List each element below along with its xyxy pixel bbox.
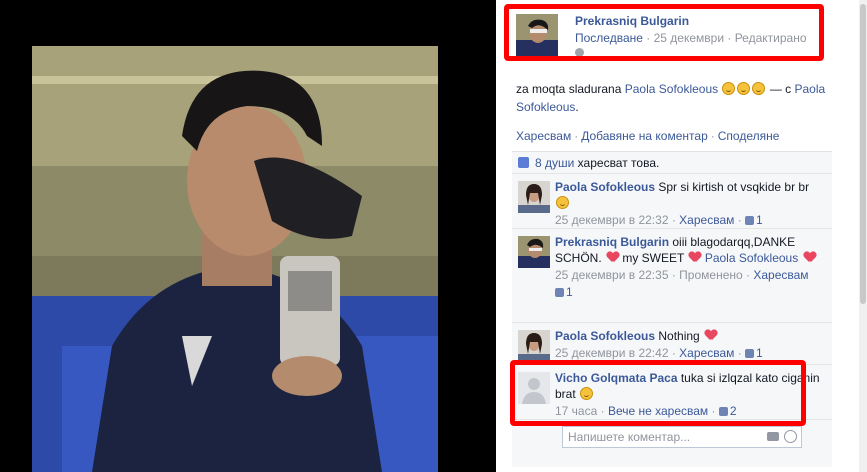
post-text-with: — с (766, 82, 795, 96)
thumbs-up-icon (555, 288, 564, 297)
comment: Prekrasniq Bulgarin oiii blagodarqq,DANK… (512, 230, 832, 323)
camera-icon[interactable] (767, 432, 779, 441)
comment-meta: 25 декември в 22:42 · Харесвам · 1 (555, 346, 763, 360)
comment-meta: 25 декември в 22:35 · Променено · Харесв… (555, 268, 809, 282)
highlight-box (510, 360, 806, 426)
commenter-avatar[interactable] (518, 330, 550, 362)
post-panel: Prekrasniq Bulgarin Последване · 25 деке… (496, 0, 867, 472)
comment-text-2: my SWEET (619, 251, 688, 265)
emoji-icon (722, 82, 736, 95)
comment-author[interactable]: Paola Sofokleous (555, 180, 655, 194)
photo-viewer (0, 0, 496, 472)
tag-link[interactable]: Paola Sofokleous (705, 251, 798, 265)
comment-body: Paola Sofokleous Nothing 25 декември в 2… (555, 328, 825, 361)
scrollbar-thumb[interactable] (860, 4, 866, 304)
comment-time[interactable]: 25 декември в 22:42 (555, 346, 669, 360)
heart-icon (804, 252, 816, 263)
likes-summary: 8 души харесват това. (512, 152, 832, 174)
action-separator: · (710, 129, 715, 143)
thumbs-up-icon (745, 216, 755, 225)
comment-action[interactable]: Добавяне на коментар (581, 129, 708, 143)
comment-author[interactable]: Paola Sofokleous (555, 329, 655, 343)
smile-emoji-icon (556, 196, 569, 209)
comment-text: Nothing (655, 329, 704, 343)
commenter-avatar[interactable] (518, 236, 550, 268)
post-text-part: za moqta sladurana (516, 82, 625, 96)
thumbs-up-icon (518, 157, 529, 168)
comment-body: Prekrasniq Bulgarin oiii blagodarqq,DANK… (555, 234, 825, 300)
comment-time[interactable]: 25 декември в 22:32 (555, 213, 669, 227)
comment-meta-likes: 1 (555, 284, 825, 300)
comment-author[interactable]: Prekrasniq Bulgarin (555, 235, 669, 249)
likes-text: харесват това. (574, 156, 660, 170)
comment: Paola Sofokleous Nothing 25 декември в 2… (512, 324, 832, 365)
comment-like-link[interactable]: Харесвам (679, 213, 734, 227)
heart-icon (689, 252, 701, 263)
comment-like-link[interactable]: Харесвам (753, 268, 808, 282)
comment: Paola Sofokleous Spr si kirtish ot vsqki… (512, 175, 832, 229)
tag-link[interactable]: Paola Sofokleous (625, 82, 718, 96)
comment-like-count[interactable]: 1 (756, 213, 763, 227)
highlight-box (504, 4, 824, 61)
emoji-icon (737, 82, 751, 95)
likes-count-link[interactable]: 8 души (535, 156, 574, 170)
share-action[interactable]: Споделяне (718, 129, 780, 143)
comment-text: Spr si kirtish ot vsqkide br br (655, 180, 810, 194)
comment-meta: 25 декември в 22:32 · Харесвам · 1 (555, 213, 763, 227)
heart-icon (705, 330, 717, 341)
comment-body: Paola Sofokleous Spr si kirtish ot vsqki… (555, 179, 825, 228)
commenter-avatar[interactable] (518, 181, 550, 213)
comment-like-count[interactable]: 1 (756, 346, 763, 360)
comment-time[interactable]: 25 декември в 22:35 (555, 268, 669, 282)
post-actions: Харесвам · Добавяне на коментар · Споделяне (516, 129, 779, 143)
thumbs-up-icon (745, 349, 755, 358)
post-text-end: . (575, 100, 579, 114)
comment-like-link[interactable]: Харесвам (679, 346, 734, 360)
comment-input-placeholder: Напишете коментар... (568, 430, 691, 444)
scrollbar[interactable] (859, 0, 867, 472)
action-separator: · (574, 129, 579, 143)
smile-icon[interactable] (784, 430, 797, 443)
post-text: za moqta sladurana Paola Sofokleous — с … (516, 80, 836, 116)
like-action[interactable]: Харесвам (516, 129, 571, 143)
heart-icon (607, 252, 619, 263)
post-photo[interactable] (32, 46, 438, 472)
comment-input[interactable]: Напишете коментар... (562, 426, 802, 448)
emoji-icon (752, 82, 766, 95)
comment-edited[interactable]: Променено (679, 268, 743, 282)
comment-like-count[interactable]: 1 (566, 285, 573, 299)
